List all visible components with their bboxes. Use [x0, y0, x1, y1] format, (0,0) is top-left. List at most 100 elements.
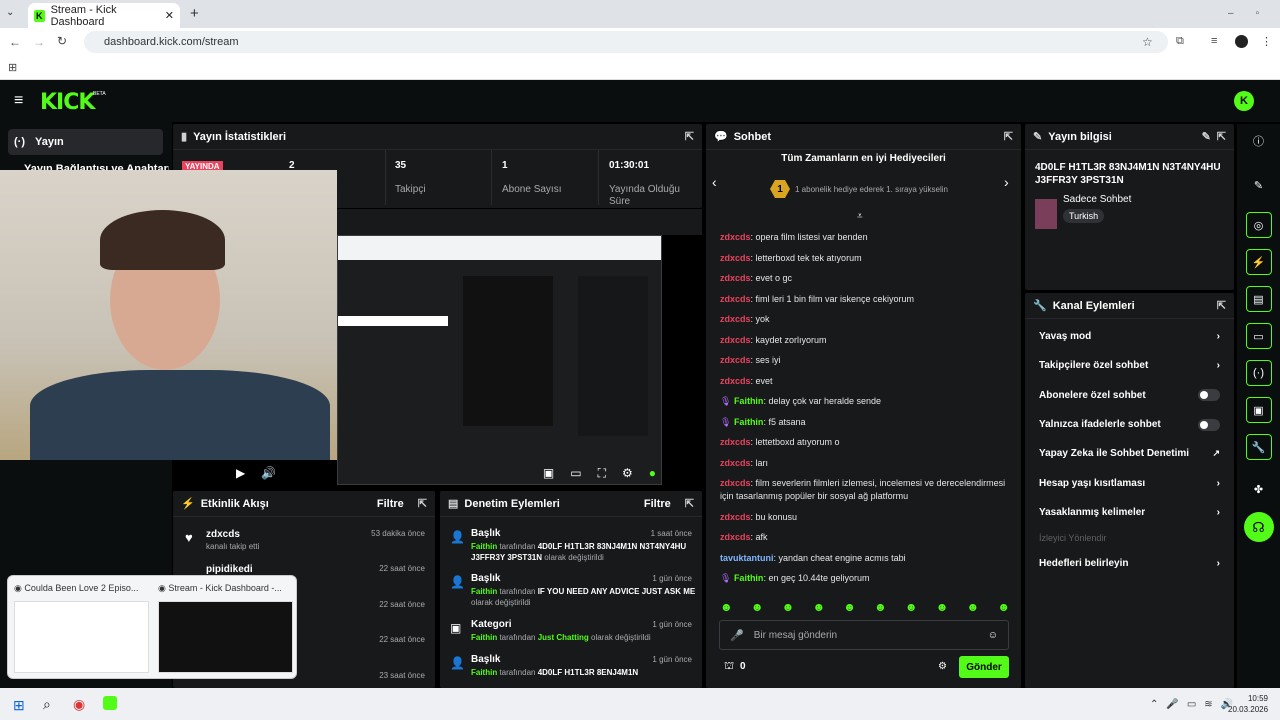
emote-icon[interactable]: ☻ — [782, 600, 795, 614]
collapse-icon[interactable]: ⩡ — [857, 211, 863, 222]
chat-username[interactable]: zdxcds — [720, 376, 751, 386]
chrome-taskbar-icon[interactable]: ◉ — [73, 696, 85, 713]
chat-input[interactable]: 🎤 Bir mesaj gönderin ☺ — [719, 620, 1009, 650]
wifi-icon[interactable]: ≋ — [1204, 699, 1212, 710]
monitor-icon[interactable]: ▭ — [1187, 699, 1196, 710]
emote-icon[interactable]: ☻ — [874, 600, 887, 614]
emote-icon[interactable]: ☻ — [967, 600, 980, 614]
chat-username[interactable]: zdxcds — [720, 335, 751, 345]
document-icon[interactable]: ▣ — [1245, 397, 1272, 423]
browser-tab[interactable]: K Stream - Kick Dashboard ✕ — [28, 3, 180, 28]
broadcast-icon[interactable]: (·) — [1245, 360, 1272, 386]
popout-icon[interactable]: ⇱ — [418, 497, 427, 510]
banned-words-row[interactable]: Yasaklanmış kelimeler › — [1025, 498, 1234, 527]
bolt-icon[interactable]: ⚡ — [1245, 249, 1272, 275]
apps-grid-icon[interactable]: ⊞ — [8, 61, 17, 74]
mic-icon[interactable]: 🎤 — [1166, 699, 1178, 710]
mic-icon[interactable]: 🎤 — [730, 629, 744, 642]
apps-icon[interactable]: ✤ — [1237, 471, 1280, 508]
emotes-only-toggle[interactable] — [1198, 418, 1220, 431]
preview-item-1[interactable]: ◉ Coulda Been Love 2 Episo... — [14, 583, 152, 594]
chat-username[interactable]: zdxcds — [720, 253, 751, 263]
address-bar[interactable]: dashboard.kick.com/stream — [84, 31, 1168, 53]
chat-username[interactable]: zdxcds — [720, 294, 751, 304]
volume-icon[interactable]: 🔊 — [261, 466, 276, 480]
screenshot-icon[interactable]: ◎ — [1245, 212, 1272, 238]
kick-logo[interactable]: KICK — [40, 90, 95, 115]
profile-avatar[interactable] — [1235, 35, 1248, 48]
theater-icon[interactable]: ▭ — [570, 466, 581, 480]
emoji-picker-icon[interactable]: ☺ — [988, 630, 998, 641]
fullscreen-icon[interactable]: ⛶ — [598, 466, 606, 481]
popout-icon[interactable]: ⇱ — [1217, 299, 1226, 312]
extensions-icon[interactable]: ⧉ — [1176, 35, 1184, 48]
user-avatar[interactable]: K — [1234, 91, 1254, 111]
chat-username[interactable]: Faithin — [734, 396, 764, 406]
clock[interactable]: 10:59 20.03.2026 — [1228, 693, 1268, 715]
edit-layout-icon[interactable]: ✎ — [1237, 158, 1280, 212]
pip-icon[interactable]: ▣ — [543, 466, 554, 480]
subs-only-toggle[interactable] — [1198, 389, 1220, 402]
chevron-up-icon[interactable]: ⌃ — [1150, 699, 1158, 710]
category-name[interactable]: Sadece Sohbet — [1063, 194, 1131, 205]
emote-icon[interactable]: ☻ — [905, 600, 918, 614]
app-taskbar-icon[interactable] — [103, 696, 117, 710]
preview-item-2[interactable]: ◉ Stream - Kick Dashboard -... — [158, 583, 296, 594]
search-icon[interactable]: ⌕ — [43, 696, 51, 713]
chat-username[interactable]: zdxcds — [720, 232, 751, 242]
info-icon[interactable]: ⓘ — [1237, 124, 1280, 158]
chat-username[interactable]: tavuktantuni — [720, 553, 774, 563]
chat-username[interactable]: zdxcds — [720, 437, 751, 447]
popout-icon[interactable]: ⇱ — [685, 497, 694, 510]
chat-username[interactable]: zdxcds — [720, 458, 751, 468]
popout-icon[interactable]: ⇱ — [1217, 130, 1226, 143]
emote-icon[interactable]: ☻ — [751, 600, 764, 614]
forward-icon[interactable]: → — [33, 35, 45, 49]
chat-username[interactable]: Faithin — [734, 573, 764, 583]
clipboard-icon[interactable]: ▤ — [1245, 286, 1272, 312]
maximize-icon[interactable]: ▫ — [1256, 8, 1260, 19]
chrome-menu-icon[interactable]: ⋮ — [1261, 35, 1272, 48]
chat-settings-icon[interactable]: ⚙ — [938, 661, 947, 672]
media-icon[interactable]: ≡ — [1211, 35, 1217, 47]
emote-icon[interactable]: ☻ — [720, 600, 733, 614]
play-icon[interactable]: ▶ — [236, 466, 245, 480]
slow-mode-row[interactable]: Yavaş mod › — [1025, 322, 1234, 351]
minimize-icon[interactable]: – — [1228, 8, 1234, 19]
wrench-icon[interactable]: 🔧 — [1245, 434, 1272, 460]
emote-icon[interactable]: ☻ — [936, 600, 949, 614]
chat-icon[interactable]: ▭ — [1245, 323, 1272, 349]
popout-icon[interactable]: ⇱ — [1004, 130, 1013, 143]
chat-username[interactable]: zdxcds — [720, 273, 751, 283]
bookmark-star-icon[interactable]: ☆ — [1142, 35, 1153, 49]
chat-username[interactable]: zdxcds — [720, 478, 751, 488]
followers-only-row[interactable]: Takipçilere özel sohbet › — [1025, 351, 1234, 380]
gift-icon[interactable]: ⛫ — [724, 660, 734, 674]
activity-filter[interactable]: Filtre — [377, 498, 404, 510]
popout-icon[interactable]: ⇱ — [685, 130, 694, 143]
edit-icon[interactable]: ✎ — [1202, 130, 1211, 143]
emote-icon[interactable]: ☻ — [843, 600, 856, 614]
emote-icon[interactable]: ☻ — [812, 600, 825, 614]
chat-username[interactable]: Faithin — [734, 417, 764, 427]
chat-username[interactable]: zdxcds — [720, 314, 751, 324]
hamburger-menu-icon[interactable]: ≡ — [14, 92, 23, 110]
emote-icon[interactable]: ☻ — [997, 600, 1010, 614]
set-targets-row[interactable]: Hedefleri belirleyin › — [1025, 549, 1234, 578]
back-icon[interactable]: ← — [9, 35, 21, 49]
new-tab-button[interactable]: + — [190, 5, 199, 22]
chat-username[interactable]: zdxcds — [720, 532, 751, 542]
chat-username[interactable]: zdxcds — [720, 512, 751, 522]
account-age-row[interactable]: Hesap yaşı kısıtlaması › — [1025, 468, 1234, 497]
tab-search-icon[interactable]: ⌄ — [6, 7, 14, 18]
windows-start-icon[interactable]: ⊞ — [13, 697, 25, 714]
close-tab-icon[interactable]: ✕ — [165, 9, 174, 22]
next-arrow-icon[interactable]: › — [1004, 174, 1009, 190]
prev-arrow-icon[interactable]: ‹ — [712, 174, 717, 190]
modlog-filter[interactable]: Filtre — [644, 498, 671, 510]
chat-username[interactable]: zdxcds — [720, 355, 751, 365]
sidebar-item-yayin[interactable]: (·) Yayın — [8, 129, 163, 155]
send-button[interactable]: Gönder — [959, 656, 1009, 678]
support-headset-icon[interactable]: ☊ — [1243, 512, 1274, 542]
reload-icon[interactable]: ↻ — [57, 34, 67, 48]
